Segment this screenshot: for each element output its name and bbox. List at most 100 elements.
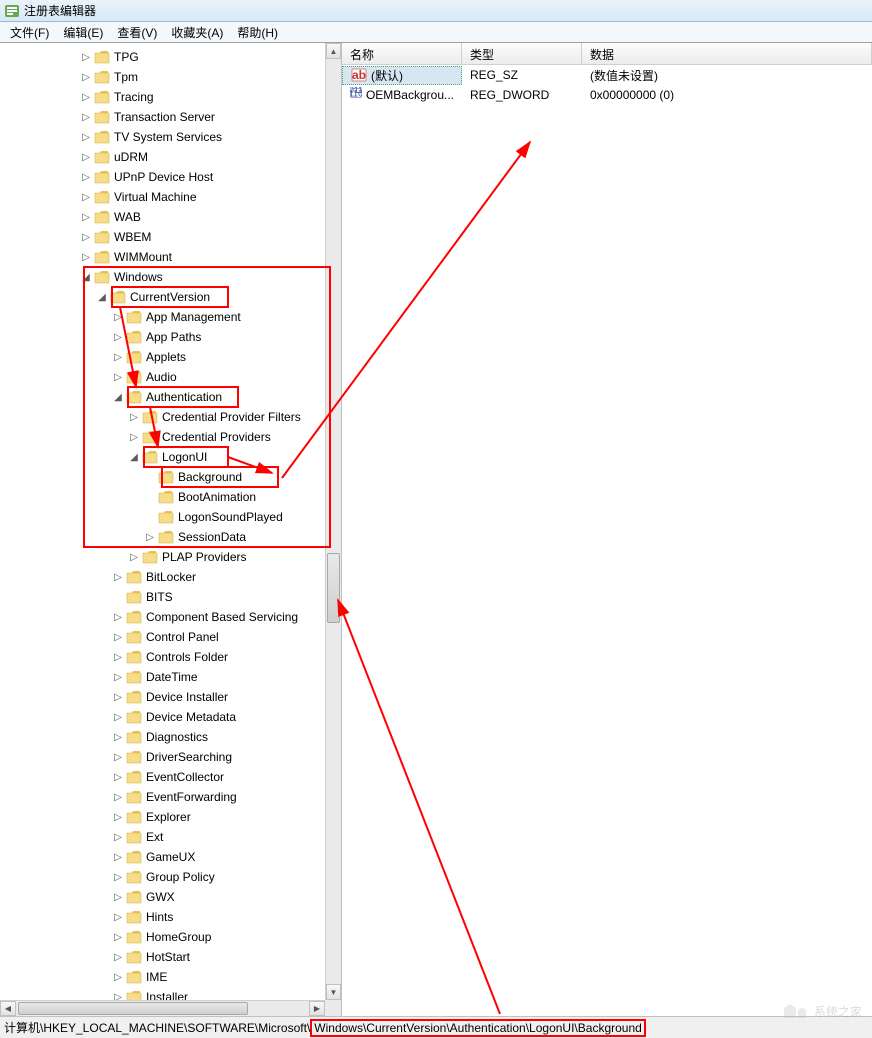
expand-icon[interactable]: ▷ <box>112 991 124 1000</box>
tree-node[interactable]: ▷App Management <box>0 307 325 327</box>
expand-icon[interactable]: ▷ <box>112 951 124 963</box>
tree-node[interactable]: ▷Device Metadata <box>0 707 325 727</box>
expand-icon[interactable]: ▷ <box>112 691 124 703</box>
tree-node[interactable]: ▷Explorer <box>0 807 325 827</box>
tree-vscrollbar[interactable]: ▲ ▼ <box>325 43 341 1000</box>
tree-node[interactable]: ▷WAB <box>0 207 325 227</box>
tree-node[interactable]: ▷WBEM <box>0 227 325 247</box>
value-row[interactable]: ab(默认)REG_SZ(数值未设置) <box>342 65 872 85</box>
tree-node[interactable]: ▷Installer <box>0 987 325 1000</box>
expand-icon[interactable]: ▷ <box>80 151 92 163</box>
tree-node[interactable]: ▷Controls Folder <box>0 647 325 667</box>
expand-icon[interactable]: ▷ <box>112 771 124 783</box>
expand-icon[interactable]: ▷ <box>112 631 124 643</box>
collapse-icon[interactable]: ◢ <box>80 271 92 283</box>
menu-view[interactable]: 查看(V) <box>111 22 163 43</box>
collapse-icon[interactable]: ◢ <box>112 391 124 403</box>
expand-icon[interactable]: ▷ <box>80 51 92 63</box>
expand-icon[interactable]: ▷ <box>80 131 92 143</box>
tree-node[interactable]: ▷Background <box>0 467 325 487</box>
expand-icon[interactable]: ▷ <box>112 351 124 363</box>
expand-icon[interactable]: ▷ <box>128 431 140 443</box>
expand-icon[interactable]: ▷ <box>112 571 124 583</box>
hscroll-thumb[interactable] <box>18 1002 248 1015</box>
expand-icon[interactable]: ▷ <box>112 371 124 383</box>
col-type[interactable]: 类型 <box>462 43 582 64</box>
tree-node[interactable]: ◢Windows <box>0 267 325 287</box>
tree-node[interactable]: ▷App Paths <box>0 327 325 347</box>
tree-node[interactable]: ▷Virtual Machine <box>0 187 325 207</box>
menu-file[interactable]: 文件(F) <box>4 22 55 43</box>
expand-icon[interactable]: ▷ <box>80 251 92 263</box>
expand-icon[interactable]: ▷ <box>80 71 92 83</box>
collapse-icon[interactable]: ◢ <box>96 291 108 303</box>
tree-node[interactable]: ▷Component Based Servicing <box>0 607 325 627</box>
tree-node[interactable]: ▷Control Panel <box>0 627 325 647</box>
scroll-right-button[interactable]: ▶ <box>309 1001 325 1016</box>
scroll-thumb[interactable] <box>327 553 340 623</box>
expand-icon[interactable]: ▷ <box>112 611 124 623</box>
tree-node[interactable]: ◢LogonUI <box>0 447 325 467</box>
menu-help[interactable]: 帮助(H) <box>231 22 284 43</box>
tree-node[interactable]: ▷HomeGroup <box>0 927 325 947</box>
tree-node[interactable]: ▷Applets <box>0 347 325 367</box>
tree-node[interactable]: ▷Tracing <box>0 87 325 107</box>
tree-node[interactable]: ▷DriverSearching <box>0 747 325 767</box>
scroll-left-button[interactable]: ◀ <box>0 1001 16 1016</box>
tree-node[interactable]: ▷Device Installer <box>0 687 325 707</box>
col-data[interactable]: 数据 <box>582 43 872 64</box>
tree-node[interactable]: ▷Group Policy <box>0 867 325 887</box>
expand-icon[interactable]: ▷ <box>112 851 124 863</box>
tree-node[interactable]: ▷SessionData <box>0 527 325 547</box>
tree-node[interactable]: ▷TPG <box>0 47 325 67</box>
tree-node[interactable]: ▷Hints <box>0 907 325 927</box>
col-name[interactable]: 名称 <box>342 43 462 64</box>
expand-icon[interactable]: ▷ <box>128 551 140 563</box>
expand-icon[interactable]: ▷ <box>112 971 124 983</box>
expand-icon[interactable]: ▷ <box>80 191 92 203</box>
tree-node[interactable]: ▷UPnP Device Host <box>0 167 325 187</box>
expand-icon[interactable]: ▷ <box>80 91 92 103</box>
expand-icon[interactable]: ▷ <box>128 411 140 423</box>
tree-node[interactable]: ▷LogonSoundPlayed <box>0 507 325 527</box>
tree-node[interactable]: ▷BootAnimation <box>0 487 325 507</box>
menu-edit[interactable]: 编辑(E) <box>57 22 109 43</box>
tree-node[interactable]: ▷BitLocker <box>0 567 325 587</box>
tree-node[interactable]: ▷WIMMount <box>0 247 325 267</box>
tree-node[interactable]: ▷BITS <box>0 587 325 607</box>
tree-node[interactable]: ▷EventForwarding <box>0 787 325 807</box>
expand-icon[interactable]: ▷ <box>112 651 124 663</box>
tree-node[interactable]: ▷GWX <box>0 887 325 907</box>
expand-icon[interactable]: ▷ <box>80 231 92 243</box>
tree-node[interactable]: ▷Tpm <box>0 67 325 87</box>
expand-icon[interactable]: ▷ <box>80 211 92 223</box>
tree-node[interactable]: ▷Diagnostics <box>0 727 325 747</box>
tree-node[interactable]: ▷Credential Providers <box>0 427 325 447</box>
expand-icon[interactable]: ▷ <box>112 791 124 803</box>
value-row[interactable]: 011110OEMBackgrou...REG_DWORD0x00000000 … <box>342 85 872 105</box>
tree-node[interactable]: ▷TV System Services <box>0 127 325 147</box>
expand-icon[interactable]: ▷ <box>112 911 124 923</box>
menu-favorites[interactable]: 收藏夹(A) <box>165 22 229 43</box>
tree-node[interactable]: ▷DateTime <box>0 667 325 687</box>
tree-node[interactable]: ▷Ext <box>0 827 325 847</box>
expand-icon[interactable]: ▷ <box>112 931 124 943</box>
expand-icon[interactable]: ▷ <box>112 751 124 763</box>
scroll-down-button[interactable]: ▼ <box>326 984 341 1000</box>
tree-node[interactable]: ▷Audio <box>0 367 325 387</box>
expand-icon[interactable]: ▷ <box>112 311 124 323</box>
tree-node[interactable]: ▷Transaction Server <box>0 107 325 127</box>
tree-hscrollbar[interactable]: ◀ ▶ <box>0 1000 325 1016</box>
expand-icon[interactable]: ▷ <box>80 171 92 183</box>
expand-icon[interactable]: ▷ <box>112 731 124 743</box>
tree-node[interactable]: ▷uDRM <box>0 147 325 167</box>
tree-node[interactable]: ▷PLAP Providers <box>0 547 325 567</box>
tree-node[interactable]: ▷Credential Provider Filters <box>0 407 325 427</box>
collapse-icon[interactable]: ◢ <box>128 451 140 463</box>
expand-icon[interactable]: ▷ <box>112 331 124 343</box>
tree-node[interactable]: ◢Authentication <box>0 387 325 407</box>
expand-icon[interactable]: ▷ <box>112 811 124 823</box>
expand-icon[interactable]: ▷ <box>112 671 124 683</box>
tree-node[interactable]: ▷GameUX <box>0 847 325 867</box>
expand-icon[interactable]: ▷ <box>112 871 124 883</box>
